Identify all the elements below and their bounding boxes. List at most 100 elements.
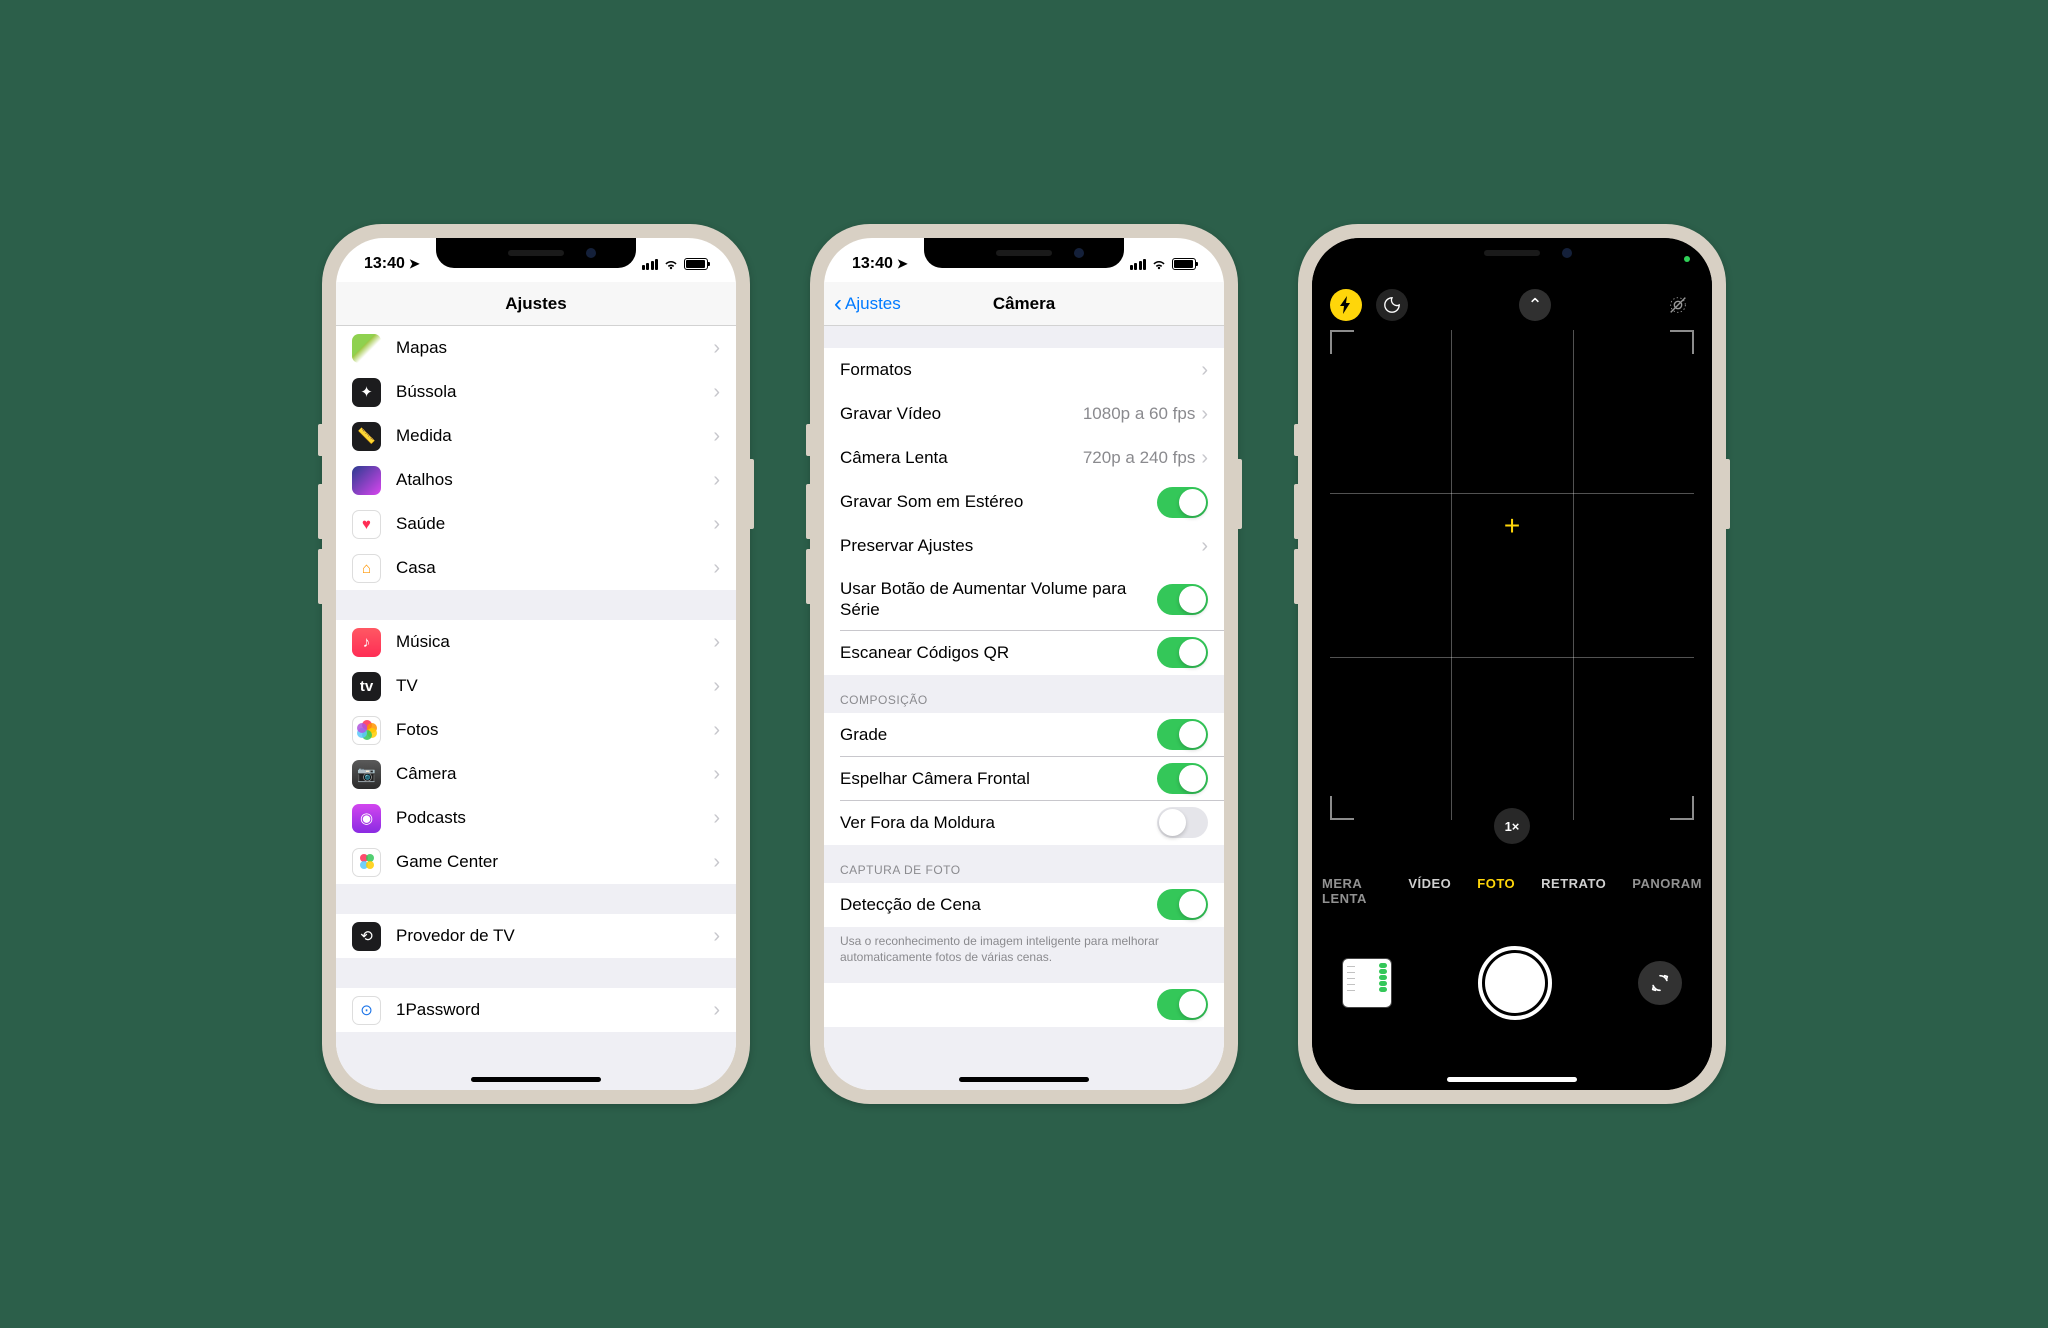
night-mode-button[interactable] (1376, 289, 1408, 321)
chevron-right-icon: › (713, 513, 720, 536)
toggle-scene-detection[interactable] (1157, 889, 1208, 920)
settings-row-music[interactable]: ♪ Música › (336, 620, 736, 664)
zoom-label: 1× (1505, 819, 1520, 834)
row-scan-qr: Escanear Códigos QR (824, 631, 1224, 675)
toggle-volume-burst[interactable] (1157, 584, 1208, 615)
camera-controls-expand-button[interactable]: ⌃ (1519, 289, 1551, 321)
camera-bottom-controls: —— —— —— —— —— (1312, 940, 1712, 1026)
row-record-video[interactable]: Gravar Vídeo 1080p a 60 fps › (824, 392, 1224, 436)
camera-settings-nav-bar: ‹ Ajustes Câmera (824, 282, 1224, 326)
zoom-level-button[interactable]: 1× (1494, 808, 1530, 844)
onepassword-icon: ⊙ (352, 996, 381, 1025)
settings-row-home[interactable]: ⌂ Casa › (336, 546, 736, 590)
toggle-outside-frame[interactable] (1157, 807, 1208, 838)
row-value: 720p a 240 fps (1083, 448, 1195, 468)
toggle-partial[interactable] (1157, 989, 1208, 1020)
chevron-right-icon: › (713, 337, 720, 360)
camera-settings-list[interactable]: Formatos › Gravar Vídeo 1080p a 60 fps ›… (824, 326, 1224, 1090)
toggle-grid[interactable] (1157, 719, 1208, 750)
settings-row-camera[interactable]: 📷 Câmera › (336, 752, 736, 796)
row-label: Bússola (396, 382, 713, 402)
settings-row-photos[interactable]: Fotos › (336, 708, 736, 752)
row-label: Usar Botão de Aumentar Volume para Série (840, 574, 1157, 625)
home-indicator[interactable] (1447, 1077, 1577, 1082)
settings-list[interactable]: Mapas › ✦ Bússola › 📏 Medida › Atalhos › (336, 326, 736, 1090)
mode-portrait[interactable]: RETRATO (1541, 876, 1606, 906)
mode-slow-motion[interactable]: MERA LENTA (1322, 876, 1382, 906)
row-label: Formatos (840, 360, 1201, 380)
chevron-right-icon: › (713, 631, 720, 654)
battery-icon (684, 258, 708, 270)
live-photo-button[interactable] (1662, 289, 1694, 321)
wifi-icon (1151, 258, 1167, 270)
home-indicator[interactable] (959, 1077, 1089, 1082)
row-slow-motion[interactable]: Câmera Lenta 720p a 240 fps › (824, 436, 1224, 480)
settings-row-tv-provider[interactable]: ⟲ Provedor de TV › (336, 914, 736, 958)
chevron-right-icon: › (713, 675, 720, 698)
settings-nav-bar: Ajustes (336, 282, 736, 326)
toggle-mirror-front[interactable] (1157, 763, 1208, 794)
section-header-composition: COMPOSIÇÃO (824, 675, 1224, 713)
flip-camera-button[interactable] (1638, 961, 1682, 1005)
row-label: Atalhos (396, 470, 713, 490)
row-label: Escanear Códigos QR (840, 643, 1157, 663)
row-outside-frame: Ver Fora da Moldura (824, 801, 1224, 845)
mode-photo[interactable]: FOTO (1477, 876, 1515, 906)
row-label: TV (396, 676, 713, 696)
camera-mode-selector[interactable]: MERA LENTA VÍDEO FOTO RETRATO PANORAM (1312, 876, 1712, 906)
mode-panorama[interactable]: PANORAM (1632, 876, 1702, 906)
row-label: Mapas (396, 338, 713, 358)
viewfinder-corner (1330, 330, 1354, 354)
settings-row-podcasts[interactable]: ◉ Podcasts › (336, 796, 736, 840)
row-label: Gravar Som em Estéreo (840, 492, 1157, 512)
maps-icon (352, 334, 381, 363)
settings-row-maps[interactable]: Mapas › (336, 326, 736, 370)
cellular-signal-icon (1130, 259, 1147, 270)
row-formats[interactable]: Formatos › (824, 348, 1224, 392)
settings-row-measure[interactable]: 📏 Medida › (336, 414, 736, 458)
phone-camera-settings: 13:40 ➤ ‹ Ajustes Câmera Formatos › (810, 224, 1238, 1104)
shutter-inner-icon (1485, 953, 1545, 1013)
flash-button[interactable] (1330, 289, 1362, 321)
location-icon: ➤ (409, 256, 420, 272)
tvprovider-icon: ⟲ (352, 922, 381, 951)
chevron-right-icon: › (713, 851, 720, 874)
last-photo-thumbnail[interactable]: —— —— —— —— —— (1342, 958, 1392, 1008)
row-scene-detection: Detecção de Cena (824, 883, 1224, 927)
chevron-right-icon: › (1201, 535, 1208, 558)
settings-row-shortcuts[interactable]: Atalhos › (336, 458, 736, 502)
night-mode-icon (1383, 296, 1401, 314)
camera-icon: 📷 (352, 760, 381, 789)
page-title: Ajustes (505, 294, 566, 314)
chevron-right-icon: › (713, 925, 720, 948)
settings-row-health[interactable]: ♥ Saúde › (336, 502, 736, 546)
flash-icon (1339, 296, 1353, 314)
toggle-stereo-sound[interactable] (1157, 487, 1208, 518)
shutter-button[interactable] (1478, 946, 1552, 1020)
chevron-right-icon: › (713, 425, 720, 448)
status-time: 13:40 (852, 255, 893, 273)
camera-viewfinder[interactable]: + (1330, 330, 1694, 820)
row-label: Câmera (396, 764, 713, 784)
settings-row-tv[interactable]: tv TV › (336, 664, 736, 708)
toggle-scan-qr[interactable] (1157, 637, 1208, 668)
compass-icon: ✦ (352, 378, 381, 407)
settings-row-1password[interactable]: ⊙ 1Password › (336, 988, 736, 1032)
row-preserve-settings[interactable]: Preservar Ajustes › (824, 524, 1224, 568)
music-icon: ♪ (352, 628, 381, 657)
chevron-right-icon: › (713, 719, 720, 742)
settings-row-compass[interactable]: ✦ Bússola › (336, 370, 736, 414)
settings-row-gamecenter[interactable]: Game Center › (336, 840, 736, 884)
tv-icon: tv (352, 672, 381, 701)
chevron-right-icon: › (713, 999, 720, 1022)
back-button[interactable]: ‹ Ajustes (834, 292, 901, 316)
viewfinder-corner (1670, 330, 1694, 354)
chevron-up-icon: ⌃ (1527, 295, 1542, 316)
row-grid: Grade (824, 713, 1224, 757)
home-indicator[interactable] (471, 1077, 601, 1082)
chevron-right-icon: › (1201, 403, 1208, 426)
mode-video[interactable]: VÍDEO (1408, 876, 1451, 906)
page-title: Câmera (993, 294, 1055, 314)
row-label: Medida (396, 426, 713, 446)
viewfinder-corner (1330, 796, 1354, 820)
